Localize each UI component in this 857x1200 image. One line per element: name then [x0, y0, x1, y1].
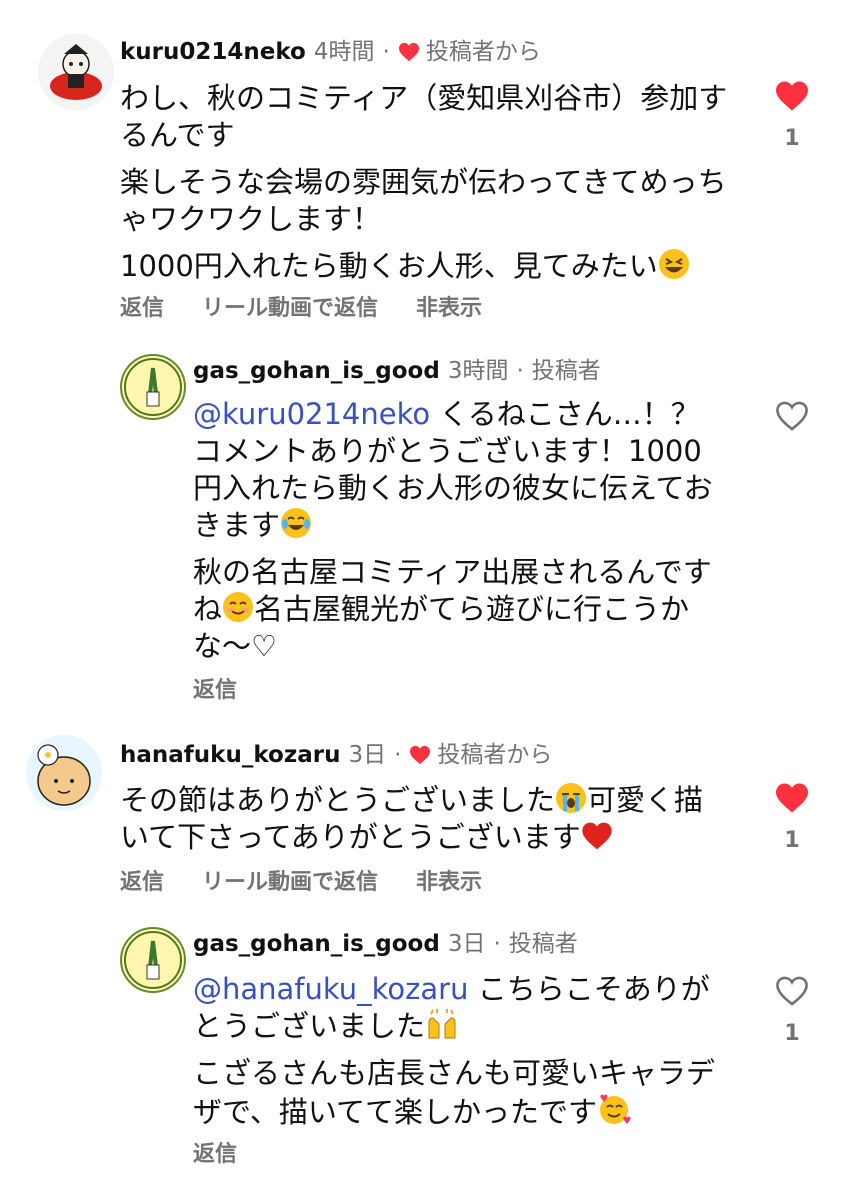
avatar-hanafuku_kozaru[interactable]	[26, 735, 102, 811]
hide-button[interactable]: 非表示	[416, 294, 482, 324]
comment-paragraph: @kuru0214neko くるねこさん…！？コメントありがとうございます！10…	[193, 396, 728, 544]
loudly-crying-face-icon	[556, 783, 587, 813]
comment-text: その節はありがとうございました	[120, 783, 556, 817]
timestamp: 4時間	[313, 39, 375, 65]
comment-meta: gas_gohan_is_good 3日 · 投稿者	[193, 929, 578, 959]
heart-filled-icon	[776, 783, 808, 813]
comment-line: 楽しそうな会場の雰囲気が伝わってきてめっちゃワクワクします！	[120, 165, 727, 236]
reply-button[interactable]: 返信	[120, 868, 164, 898]
comment-actions: 返信 リール動画で返信 非表示	[120, 868, 482, 898]
like-button[interactable]: 1	[767, 975, 817, 1046]
comment-body: @kuru0214neko くるねこさん…！？コメントありがとうございます！10…	[193, 396, 728, 675]
timestamp: 3日	[447, 931, 486, 957]
creator-heart-icon	[398, 42, 419, 62]
avatar-gas_gohan_is_good[interactable]	[120, 354, 186, 420]
comment-meta: gas_gohan_is_good 3時間 · 投稿者	[193, 356, 601, 386]
comment-text: 名古屋観光がてら遊びに行こうかな〜♡	[193, 592, 690, 663]
like-count: 1	[784, 1021, 800, 1046]
creator-liked-badge: 投稿者から	[437, 742, 553, 768]
comment-line: わし、秋のコミティア（愛知県刈谷市）参加するんです	[120, 81, 728, 152]
like-button[interactable]: 1	[767, 782, 817, 853]
mention-link[interactable]: @kuru0214neko	[193, 397, 430, 431]
comment-kuru0214neko: kuru0214neko 4時間 · 投稿者から わし、秋のコミティア（愛知県刈…	[0, 0, 857, 340]
comment-text: こざるさんも店長さんも可愛いキャラデザで、描いてて楽しかったです	[193, 1056, 716, 1129]
raising-hands-icon	[428, 1009, 456, 1039]
hide-button[interactable]: 非表示	[416, 868, 482, 898]
author-badge: 投稿者	[508, 931, 578, 957]
username[interactable]: gas_gohan_is_good	[193, 356, 440, 386]
like-button[interactable]	[767, 400, 817, 432]
avatar-kuru0214neko[interactable]	[38, 34, 114, 110]
avatar-image	[124, 358, 182, 416]
reply-button[interactable]: 返信	[193, 676, 237, 706]
comment-paragraph: @hanafuku_kozaru こちらこそありがとうございました	[193, 971, 728, 1045]
reply-with-reel-button[interactable]: リール動画で返信	[202, 294, 378, 324]
timestamp: 3時間	[447, 358, 509, 384]
comment-paragraph: こざるさんも店長さんも可愛いキャラデザで、描いてて楽しかったです	[193, 1055, 728, 1131]
separator-dot: ·	[394, 742, 402, 768]
comment-text: 1000円入れたら動くお人形、見てみたい	[120, 249, 658, 283]
username[interactable]: hanafuku_kozaru	[120, 740, 340, 770]
heart-filled-icon	[776, 81, 808, 111]
author-badge: 投稿者	[531, 358, 601, 384]
comment-body: その節はありがとうございました 可愛く描いて下さってありがとうございます	[120, 782, 720, 866]
grinning-squinting-face-icon	[658, 249, 689, 279]
separator-dot: ·	[516, 358, 524, 384]
comment-body: わし、秋のコミティア（愛知県刈谷市）参加するんです 楽しそうな会場の雰囲気が伝わ…	[120, 80, 730, 295]
heart-outline-icon	[776, 401, 808, 431]
like-count: 1	[784, 126, 800, 151]
like-count: 1	[784, 828, 800, 853]
separator-dot: ·	[382, 39, 390, 65]
comment-hanafuku_kozaru: hanafuku_kozaru 3日 · 投稿者から その節はありがとうございま…	[0, 720, 857, 920]
creator-liked-badge: 投稿者から	[425, 39, 541, 65]
heart-outline-icon	[776, 976, 808, 1006]
comment-paragraph: その節はありがとうございました 可愛く描いて下さってありがとうございます	[120, 782, 720, 856]
comment-line: 1000円入れたら動くお人形、見てみたい	[120, 248, 730, 285]
like-button[interactable]: 1	[767, 80, 817, 151]
avatar-image	[38, 34, 114, 110]
creator-heart-icon	[410, 745, 431, 765]
comment-actions: 返信	[193, 676, 237, 706]
avatar-image	[124, 931, 182, 989]
reply-button[interactable]: 返信	[120, 294, 164, 324]
mention-link[interactable]: @hanafuku_kozaru	[193, 972, 468, 1006]
username[interactable]: gas_gohan_is_good	[193, 929, 440, 959]
reply-button[interactable]: 返信	[193, 1140, 237, 1170]
reply-gas_gohan_is_good-2: gas_gohan_is_good 3日 · 投稿者 @hanafuku_koz…	[0, 915, 857, 1200]
separator-dot: ·	[493, 931, 501, 957]
avatar-image	[26, 735, 102, 811]
username[interactable]: kuru0214neko	[120, 37, 306, 67]
comment-actions: 返信	[193, 1140, 237, 1170]
comment-actions: 返信 リール動画で返信 非表示	[120, 294, 482, 324]
timestamp: 3日	[348, 742, 387, 768]
comment-meta: hanafuku_kozaru 3日 · 投稿者から	[120, 740, 552, 770]
red-heart-icon	[582, 822, 612, 850]
comment-meta: kuru0214neko 4時間 · 投稿者から	[120, 37, 541, 67]
comment-paragraph: 秋の名古屋コミティア出展されるんですね 名古屋観光がてら遊びに行こうかな〜♡	[193, 554, 728, 665]
face-with-tears-of-joy-icon	[281, 508, 312, 538]
comment-body: @hanafuku_kozaru こちらこそありがとうございました こざるさんも…	[193, 971, 728, 1141]
reply-gas_gohan_is_good: gas_gohan_is_good 3時間 · 投稿者 @kuru0214nek…	[0, 340, 857, 720]
smiling-face-with-hearts-icon	[599, 1094, 631, 1124]
reply-with-reel-button[interactable]: リール動画で返信	[202, 868, 378, 898]
avatar-gas_gohan_is_good[interactable]	[120, 927, 186, 993]
smiling-face-icon	[223, 592, 254, 622]
